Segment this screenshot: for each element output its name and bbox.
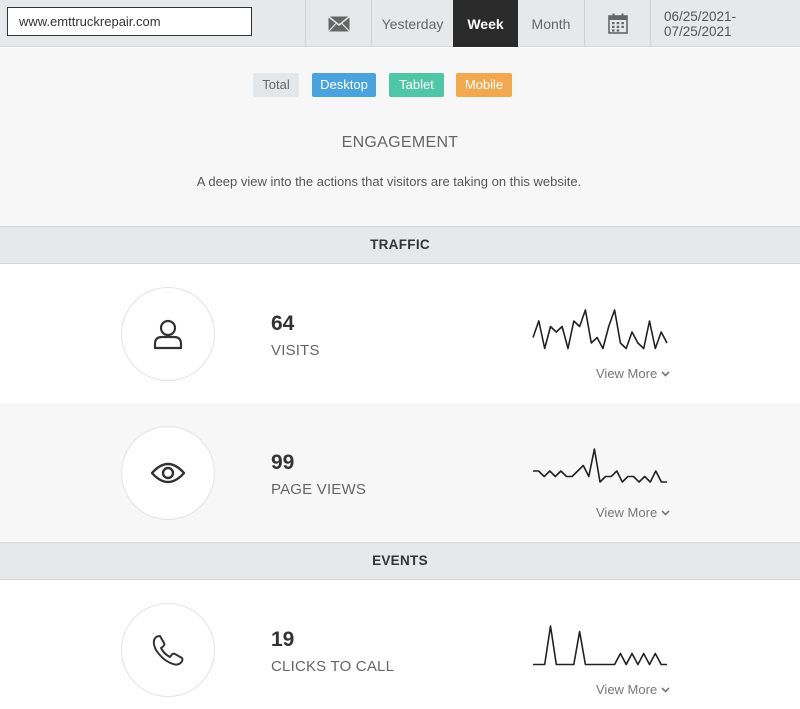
sparkline-clicks-to-call (533, 625, 667, 666)
metric-icon-circle (121, 426, 215, 520)
mail-icon (327, 15, 350, 32)
view-more-link[interactable]: View More (596, 505, 670, 520)
period-week[interactable]: Week (453, 0, 518, 47)
top-bar: www.emttruckrepair.com Yesterday Week Mo… (0, 0, 800, 47)
view-more-label: View More (596, 682, 658, 697)
metric-row-clicks-to-call: 19 CLICKS TO CALL View More (0, 580, 800, 709)
calendar-icon (607, 13, 628, 34)
metric-row-page-views: 99 PAGE VIEWS View More (0, 403, 800, 541)
metric-label: CLICKS TO CALL (271, 658, 395, 675)
filter-tablet[interactable]: Tablet (389, 73, 444, 97)
metric-label: PAGE VIEWS (271, 481, 367, 498)
sparkline-page-views (533, 448, 667, 483)
sparkline-path (533, 625, 667, 666)
period-month[interactable]: Month (518, 0, 584, 47)
view-more-link[interactable]: View More (596, 366, 670, 381)
date-range[interactable]: 06/25/2021-07/25/2021 (650, 0, 800, 47)
email-report-button[interactable] (305, 0, 371, 47)
sparkline-path (533, 448, 667, 483)
metric-value: 64 (271, 312, 295, 335)
site-url-field[interactable]: www.emttruckrepair.com (7, 7, 252, 36)
metric-icon-circle (121, 603, 215, 697)
filter-desktop[interactable]: Desktop (312, 73, 376, 97)
period-yesterday[interactable]: Yesterday (371, 0, 453, 47)
page-title: ENGAGEMENT (341, 134, 459, 151)
view-more-label: View More (596, 505, 658, 520)
phone-icon (152, 635, 184, 666)
sparkline-path (532, 309, 668, 350)
metric-value: 99 (271, 451, 295, 474)
filter-total[interactable]: Total (253, 73, 299, 97)
calendar-button[interactable] (584, 0, 650, 47)
eye-icon (150, 462, 186, 484)
sparkline-visits (532, 309, 668, 350)
chevron-down-icon (661, 686, 670, 693)
section-events-header: EVENTS (0, 542, 800, 580)
view-more-link[interactable]: View More (596, 682, 670, 697)
device-filters: Total Desktop Tablet Mobile (0, 73, 800, 97)
view-more-label: View More (596, 366, 658, 381)
user-icon (153, 319, 183, 350)
metric-label: VISITS (271, 342, 320, 359)
chevron-down-icon (661, 370, 670, 377)
metric-value: 19 (271, 628, 295, 651)
section-traffic-header: TRAFFIC (0, 226, 800, 264)
metric-row-visits: 64 VISITS View More (0, 264, 800, 402)
chevron-down-icon (661, 509, 670, 516)
page-description: A deep view into the actions that visito… (196, 174, 582, 189)
metric-icon-circle (121, 287, 215, 381)
filter-mobile[interactable]: Mobile (456, 73, 512, 97)
engagement-header: Total Desktop Tablet Mobile ENGAGEMENT A… (0, 48, 800, 226)
